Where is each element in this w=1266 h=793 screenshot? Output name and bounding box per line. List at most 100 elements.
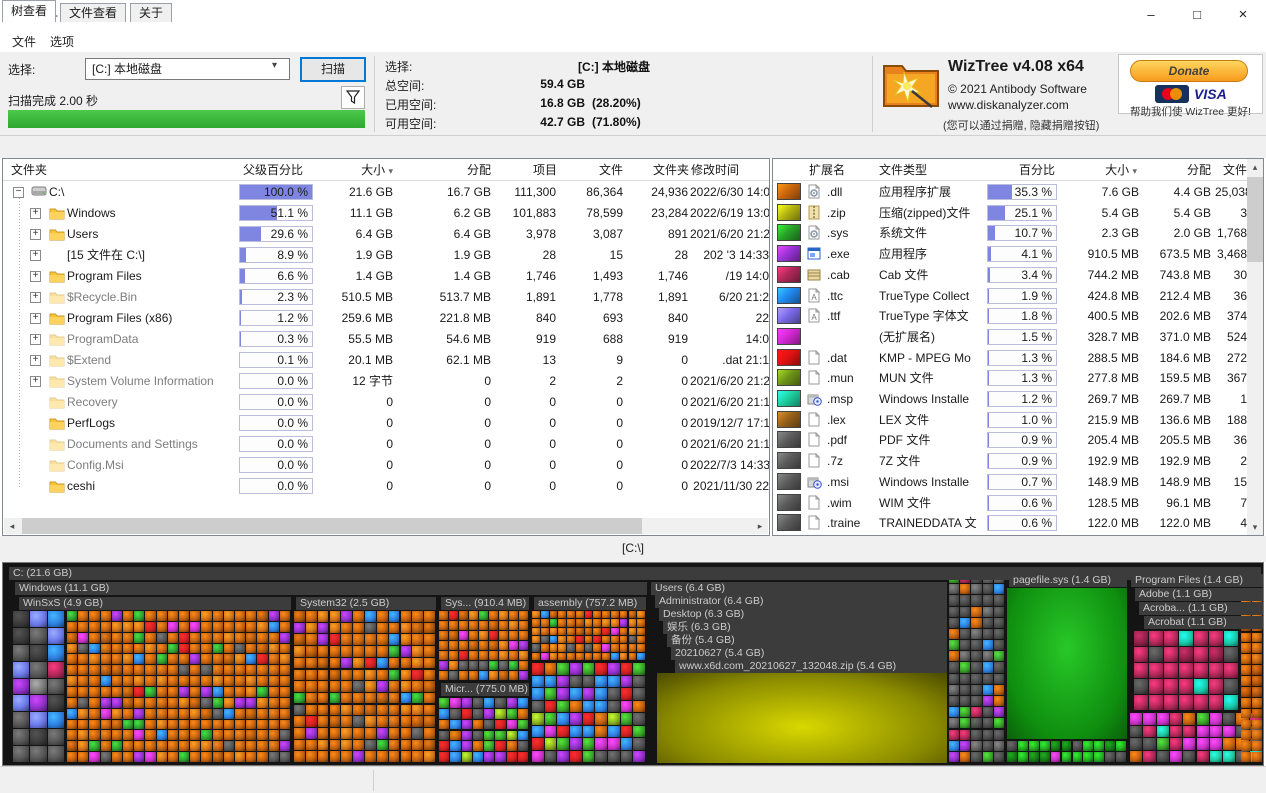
treemap-tile[interactable] [123, 633, 133, 643]
treemap-tile[interactable] [412, 693, 423, 704]
treemap-label[interactable]: Windows (11.1 GB) [15, 582, 647, 595]
treemap-tile[interactable] [280, 611, 290, 621]
treemap-tile[interactable] [507, 709, 517, 719]
treemap-tile[interactable] [30, 645, 46, 661]
treemap-tile[interactable] [484, 752, 494, 762]
treemap-tile[interactable] [994, 707, 1004, 717]
treemap-tile[interactable] [1083, 741, 1093, 751]
treemap-tile[interactable] [608, 738, 620, 750]
treemap-tile[interactable] [484, 709, 494, 719]
treemap-tile[interactable] [633, 713, 645, 725]
treemap-tile[interactable] [377, 716, 388, 727]
treemap-tile[interactable] [1252, 720, 1262, 730]
treemap-tile[interactable] [179, 687, 189, 697]
treemap-tile[interactable] [257, 720, 267, 730]
tree-row[interactable]: +$Recycle.Bin2.3 %510.5 MB513.7 MB1,8911… [3, 287, 769, 308]
treemap-tile[interactable] [412, 634, 423, 645]
treemap-tile[interactable] [134, 709, 144, 719]
treemap-tile[interactable] [318, 634, 329, 645]
treemap-tile[interactable] [101, 698, 111, 708]
treemap-tile[interactable] [190, 741, 200, 751]
treemap-tile[interactable] [280, 676, 290, 686]
treemap-tile[interactable] [318, 705, 329, 716]
treemap-tile[interactable] [157, 622, 167, 632]
treemap-tile[interactable] [585, 611, 593, 618]
treemap-tile[interactable] [499, 651, 508, 660]
treemap-tile[interactable] [213, 687, 223, 697]
treemap-tile[interactable] [550, 611, 558, 618]
treemap-tile[interactable] [489, 651, 498, 660]
treemap-region[interactable] [1134, 631, 1239, 711]
treemap-tile[interactable] [89, 665, 99, 675]
treemap-tile[interactable] [469, 631, 478, 640]
treemap-tile[interactable] [318, 623, 329, 634]
treemap-tile[interactable] [621, 726, 633, 738]
treemap-tile[interactable] [306, 751, 317, 762]
treemap-tile[interactable] [401, 670, 412, 681]
treemap-tile[interactable] [112, 741, 122, 751]
treemap-tile[interactable] [532, 738, 544, 750]
treemap-tile[interactable] [224, 741, 234, 751]
treemap-tile[interactable] [224, 676, 234, 686]
treemap-tile[interactable] [112, 665, 122, 675]
treemap-tile[interactable] [294, 728, 305, 739]
treemap-tile[interactable] [341, 740, 352, 751]
treemap-tile[interactable] [123, 698, 133, 708]
treemap-tile[interactable] [246, 752, 256, 762]
treemap-tile[interactable] [637, 653, 645, 660]
treemap-tile[interactable] [412, 728, 423, 739]
treemap-tile[interactable] [449, 631, 458, 640]
treemap-tile[interactable] [557, 726, 569, 738]
treemap-tile[interactable] [949, 730, 959, 740]
treemap-tile[interactable] [89, 644, 99, 654]
treemap-tile[interactable] [557, 713, 569, 725]
treemap-tile[interactable] [101, 730, 111, 740]
ext-column-header-4[interactable]: 分配 [1145, 160, 1211, 180]
treemap-tile[interactable] [157, 665, 167, 675]
treemap-tile[interactable] [629, 628, 637, 635]
treemap-tile[interactable] [439, 611, 448, 620]
treemap-tile[interactable] [168, 698, 178, 708]
treemap-tile[interactable] [330, 693, 341, 704]
treemap-tile[interactable] [495, 709, 505, 719]
treemap-tile[interactable] [318, 681, 329, 692]
treemap-tile[interactable] [1197, 738, 1209, 750]
treemap-tile[interactable] [585, 653, 593, 660]
treemap-tile[interactable] [620, 611, 628, 618]
extension-row[interactable]: A.ttcTrueType Collect1.9 %424.8 MB212.4 … [773, 286, 1247, 306]
treemap-tile[interactable] [949, 685, 959, 695]
treemap-tile[interactable] [541, 611, 549, 618]
treemap-tile[interactable] [949, 584, 959, 594]
treemap-tile[interactable] [235, 687, 245, 697]
treemap-tile[interactable] [134, 654, 144, 664]
treemap-tile[interactable] [960, 651, 970, 661]
treemap-tile[interactable] [994, 618, 1004, 628]
treemap-tile[interactable] [595, 751, 607, 763]
filter-button[interactable] [341, 86, 365, 109]
treemap-tile[interactable] [994, 629, 1004, 639]
treemap-tile[interactable] [224, 633, 234, 643]
treemap-tile[interactable] [412, 751, 423, 762]
treemap-tile[interactable] [401, 693, 412, 704]
tree-column-header-4[interactable]: 项目 [495, 160, 557, 180]
treemap-tile[interactable] [353, 611, 364, 622]
treemap-tile[interactable] [377, 751, 388, 762]
treemap-tile[interactable] [1130, 726, 1142, 738]
treemap-tile[interactable] [318, 670, 329, 681]
treemap-region[interactable] [294, 611, 436, 763]
treemap-tile[interactable] [532, 644, 540, 651]
treemap-tile[interactable] [157, 720, 167, 730]
treemap[interactable]: C: (21.6 GB)Windows (11.1 GB)WinSxS (4.9… [2, 562, 1264, 766]
treemap-tile[interactable] [1143, 713, 1155, 725]
treemap-tile[interactable] [13, 695, 29, 711]
treemap-tile[interactable] [145, 665, 155, 675]
treemap-tile[interactable] [318, 611, 329, 622]
treemap-tile[interactable] [1134, 631, 1148, 646]
treemap-tile[interactable] [112, 633, 122, 643]
treemap-tile[interactable] [499, 611, 508, 620]
tree-column-header-2[interactable]: 大小 ▾ [355, 160, 393, 181]
treemap-tile[interactable] [1224, 695, 1238, 710]
treemap-tile[interactable] [541, 628, 549, 635]
treemap-tile[interactable] [1194, 695, 1208, 710]
treemap-tile[interactable] [949, 640, 959, 650]
